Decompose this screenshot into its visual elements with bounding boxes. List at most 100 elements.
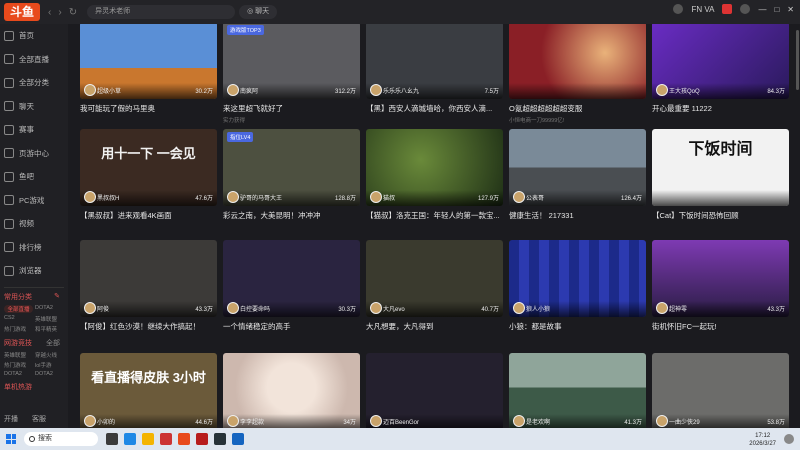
stream-thumbnail[interactable]: 一曲少侠29 53.8万	[652, 353, 789, 428]
history-icon[interactable]	[673, 4, 684, 14]
category-tag[interactable]: 英雄联盟	[4, 351, 33, 359]
stream-thumbnail[interactable]: 王大孩QoQ 84.3万	[652, 24, 789, 99]
stream-title[interactable]: 街机怀旧FC一起玩!	[652, 321, 789, 332]
stream-card[interactable]: 乐乐乐八幺九 7.5万【黑】西安人滴城墙哈，你西安人滴...	[366, 24, 503, 114]
category-tag[interactable]: 穿越火线	[35, 351, 64, 359]
category-tag[interactable]: 热门游戏	[4, 325, 33, 333]
stream-card[interactable]: O氪超超超超超超变服 小恒电商一刀99999亿!	[509, 24, 646, 124]
category-tag[interactable]: DOTA2	[35, 305, 64, 313]
stream-thumbnail[interactable]	[509, 24, 646, 99]
stream-title[interactable]: 【黑叔叔】进来观看4K画面	[80, 210, 217, 221]
clock[interactable]: 17:12 2026/3/27	[749, 432, 776, 448]
category-tag[interactable]: 热门游戏	[4, 361, 33, 369]
app2-icon[interactable]	[196, 433, 208, 445]
service-button[interactable]: 客服	[32, 414, 46, 424]
category-tag[interactable]: lol手游	[35, 361, 64, 369]
stream-thumbnail[interactable]: 阿俊 43.3万	[80, 240, 217, 317]
category-tag[interactable]: 英雄联盟	[35, 315, 64, 323]
stream-card[interactable]: 是老欢啊 41.3万	[509, 353, 646, 428]
stream-card[interactable]: 王大孩QoQ 84.3万开心最重要 11222	[652, 24, 789, 114]
stream-title[interactable]: 一个情绪稳定的高手	[223, 321, 360, 332]
search-input[interactable]: 异灵术老师	[87, 5, 236, 19]
gift-icon[interactable]	[722, 4, 733, 14]
stream-thumbnail[interactable]: 公表哥 126.4万	[509, 129, 646, 206]
stream-thumbnail[interactable]: 猫叔 127.9万	[366, 129, 503, 206]
stream-title[interactable]: 来这里超飞就好了	[223, 103, 360, 114]
taskbar-search[interactable]: 搜索	[24, 432, 98, 446]
refresh-icon[interactable]: ↻	[69, 7, 77, 18]
stream-card[interactable]: 白控要命吗 30.3万一个情绪稳定的高手	[223, 240, 360, 332]
category-tag[interactable]: DOTA2	[4, 371, 33, 377]
start-stream-button[interactable]: 开播	[4, 414, 18, 424]
stream-thumbnail[interactable]: 大凡evo 40.7万	[366, 240, 503, 317]
category-tag[interactable]: CS2	[4, 315, 33, 323]
notification-icon[interactable]	[784, 434, 794, 444]
stream-title[interactable]: 【黑】西安人滴城墙哈，你西安人滴...	[366, 103, 503, 114]
stream-thumbnail[interactable]: 超神零 43.3万	[652, 240, 789, 317]
stream-thumbnail[interactable]: 看直播得皮肤 3小时 小卯的 44.6万	[80, 353, 217, 428]
stream-card[interactable]: 超神零 43.3万街机怀旧FC一起玩!	[652, 240, 789, 332]
stream-thumbnail[interactable]: 游戏版TOP3 南疯阿 312.2万	[223, 24, 360, 99]
stream-thumbnail[interactable]: 指位LV4 驴哥的马哥大王 128.8万	[223, 129, 360, 206]
sidebar-item[interactable]: 聊天	[0, 95, 68, 119]
minimize-icon[interactable]: —	[758, 5, 766, 14]
stream-card[interactable]: 公表哥 126.4万健康生活！ 217331	[509, 129, 646, 221]
app-icon[interactable]	[160, 433, 172, 445]
avatar[interactable]	[740, 4, 751, 14]
sidebar-item[interactable]: 视频	[0, 212, 68, 236]
app3-icon[interactable]	[232, 433, 244, 445]
stream-thumbnail[interactable]: 迈百BeenGor	[366, 353, 503, 428]
stream-thumbnail[interactable]: 用十一下 一会见 黑叔叔H 47.6万	[80, 129, 217, 206]
stream-thumbnail[interactable]: 狼人小狼	[509, 240, 646, 317]
chat-button[interactable]: ◎ 聊天	[239, 5, 278, 19]
category-tag[interactable]: DOTA2	[35, 371, 64, 377]
stream-thumbnail[interactable]: 是老欢啊 41.3万	[509, 353, 646, 428]
close-icon[interactable]: ✕	[787, 5, 794, 14]
stream-title[interactable]: 【Cat】下饭时间恐怖回顾	[652, 210, 789, 221]
edit-icon[interactable]: ✎	[54, 292, 60, 302]
stream-card[interactable]: 阿俊 43.3万【阿俊】红色沙漠！继续大作搞起！	[80, 240, 217, 332]
stream-card[interactable]: 超级小草 30.2万我可能玩了假的马里奥	[80, 24, 217, 114]
douyu-logo[interactable]: 斗鱼	[4, 3, 40, 21]
stream-card[interactable]: 指位LV4 驴哥的马哥大王 128.8万彩云之南，大美昆明！冲冲冲	[223, 129, 360, 221]
stream-thumbnail[interactable]: 李李超款 34万	[223, 353, 360, 428]
stream-card[interactable]: 李李超款 34万	[223, 353, 360, 428]
sidebar-item[interactable]: 赛事	[0, 118, 68, 142]
stream-card[interactable]: 用十一下 一会见 黑叔叔H 47.6万【黑叔叔】进来观看4K画面	[80, 129, 217, 221]
sidebar-item[interactable]: 全部分类	[0, 71, 68, 95]
windows-start-icon[interactable]	[6, 434, 16, 444]
stream-title[interactable]: O氪超超超超超超变服	[509, 103, 646, 114]
stream-title[interactable]: 大凡想要，大凡得到	[366, 321, 503, 332]
stream-thumbnail[interactable]: 乐乐乐八幺九 7.5万	[366, 24, 503, 99]
stream-title[interactable]: 我可能玩了假的马里奥	[80, 103, 217, 114]
stream-thumbnail[interactable]: 下饭时间	[652, 129, 789, 206]
stream-thumbnail[interactable]: 白控要命吗 30.3万	[223, 240, 360, 317]
sidebar-item[interactable]: 首页	[0, 24, 68, 48]
stream-card[interactable]: 大凡evo 40.7万大凡想要，大凡得到	[366, 240, 503, 332]
stream-card[interactable]: 游戏版TOP3 南疯阿 312.2万 来这里超飞就好了 实力获得	[223, 24, 360, 124]
stream-title[interactable]: 【阿俊】红色沙漠！继续大作搞起！	[80, 321, 217, 332]
sidebar-item[interactable]: 页游中心	[0, 142, 68, 166]
stream-title[interactable]: 彩云之南，大美昆明！冲冲冲	[223, 210, 360, 221]
stream-title[interactable]: 开心最重要 11222	[652, 103, 789, 114]
sidebar-item[interactable]: PC游戏	[0, 189, 68, 213]
steam-icon[interactable]	[214, 433, 226, 445]
stream-thumbnail[interactable]: 超级小草 30.2万	[80, 24, 217, 99]
maximize-icon[interactable]: □	[774, 5, 779, 14]
task-view-icon[interactable]	[106, 433, 118, 445]
web-category-more[interactable]: 全部	[46, 338, 60, 348]
sidebar-item[interactable]: 鱼吧	[0, 165, 68, 189]
category-tag[interactable]: 和平精英	[35, 325, 64, 333]
stream-card[interactable]: 一曲少侠29 53.8万	[652, 353, 789, 428]
stream-title[interactable]: 【猫叔】洛克王国：年轻人的第一款宝...	[366, 210, 503, 221]
category-tag[interactable]: 全部直播	[4, 304, 33, 313]
back-arrow-icon[interactable]: ‹	[48, 7, 51, 18]
edge-icon[interactable]	[124, 433, 136, 445]
stream-card[interactable]: 看直播得皮肤 3小时 小卯的 44.6万	[80, 353, 217, 428]
stream-title[interactable]: 健康生活！ 217331	[509, 210, 646, 221]
stream-card[interactable]: 狼人小狼小狼：都是故事	[509, 240, 646, 332]
scrollbar[interactable]	[796, 30, 799, 90]
stream-card[interactable]: 迈百BeenGor	[366, 353, 503, 428]
forward-arrow-icon[interactable]: ›	[58, 7, 61, 18]
stream-title[interactable]: 小狼：都是故事	[509, 321, 646, 332]
